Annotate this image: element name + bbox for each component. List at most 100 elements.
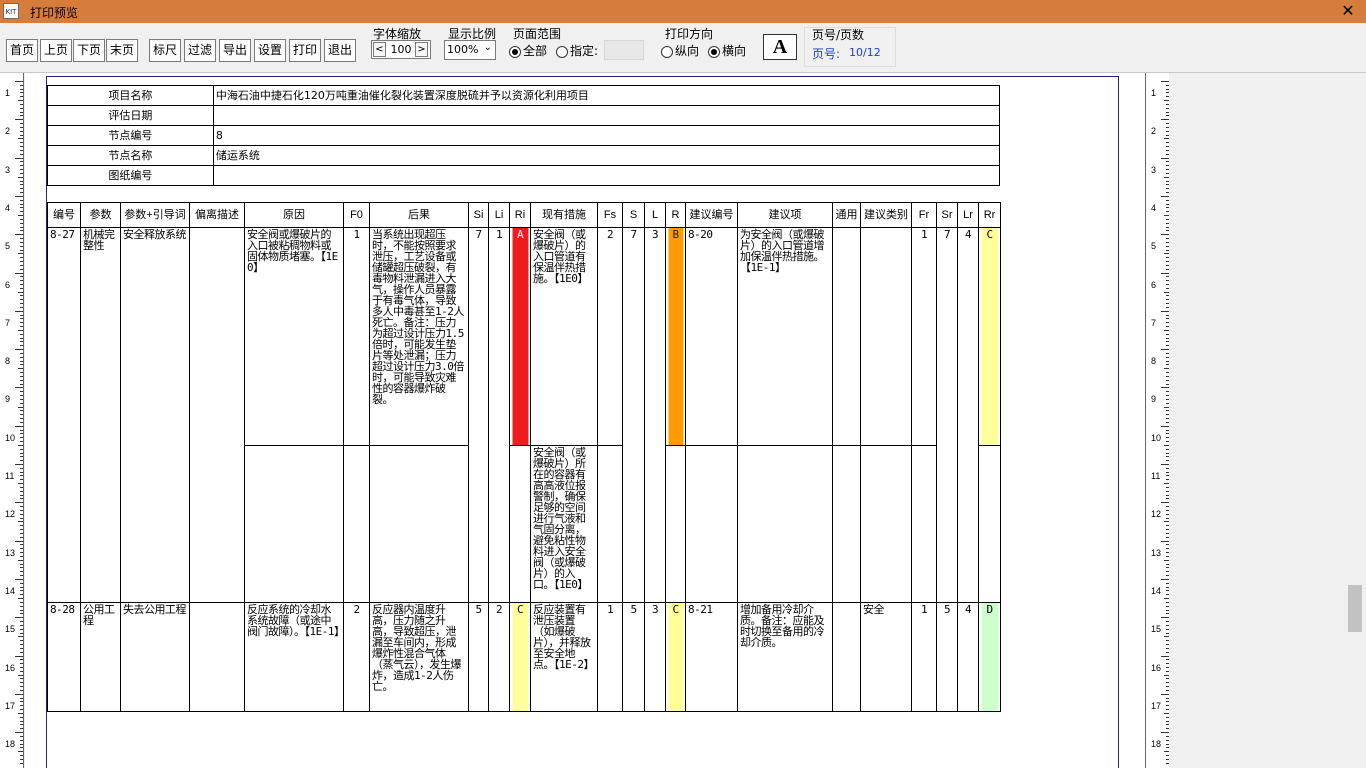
ruler-tick (1166, 552, 1169, 554)
column-header: Li (488, 202, 510, 228)
ruler-number: 9 (1151, 394, 1157, 405)
ruler-tick (20, 517, 23, 519)
ruler-tick (1161, 234, 1169, 236)
row-si: 7 (468, 227, 489, 603)
ruler-tick (1166, 548, 1169, 550)
row-suggestion: 增加备用冷却介质。备注：应能及时切换至备用的冷却介质。 (737, 602, 833, 712)
ruler-tick (20, 165, 23, 167)
ruler-tick (20, 762, 23, 764)
ruler-number: 7 (5, 317, 11, 328)
row-si: 5 (468, 602, 489, 712)
ruler-tick (1166, 414, 1169, 416)
ruler-tick (1166, 724, 1169, 726)
radio-unchecked-icon (556, 45, 568, 58)
close-button[interactable]: ✕ (1330, 0, 1366, 23)
portrait-radio[interactable]: 纵向 (661, 42, 699, 59)
landscape-radio[interactable]: 横向 (708, 42, 746, 59)
ruler-tick (1166, 498, 1169, 500)
page-range-specify-radio[interactable]: 指定: (556, 42, 598, 59)
page-info-label: 页号/页数 (812, 28, 865, 42)
ruler-tick (1166, 716, 1169, 718)
column-header: 后果 (369, 202, 469, 228)
row-r-empty (665, 445, 686, 603)
ruler-tick (1161, 540, 1169, 542)
vertical-scrollbar-thumb[interactable] (1348, 585, 1362, 632)
ruler-tick (1166, 475, 1169, 477)
ruler-tick (20, 192, 23, 194)
ruler-tick (20, 448, 23, 450)
ruler-tick (1164, 598, 1169, 600)
ruler-tick (1166, 647, 1169, 649)
ruler-number: 9 (5, 394, 11, 405)
row-suggestion-empty (737, 445, 833, 603)
ruler-tick (20, 306, 23, 308)
ruler-tick (1166, 142, 1169, 144)
ruler-tick (1166, 218, 1169, 220)
ruler-tick (1166, 333, 1169, 335)
filter-button[interactable]: 过滤 (184, 39, 216, 62)
column-header: 现有措施 (530, 202, 598, 228)
page-range-input[interactable] (604, 40, 644, 60)
ruler-tick (1161, 157, 1169, 159)
last-page-button[interactable]: 末页 (106, 39, 138, 62)
ruler-tick (20, 701, 23, 703)
ruler-tick (1166, 111, 1169, 113)
page-range-all-radio[interactable]: 全部 (509, 42, 547, 59)
settings-button[interactable]: 设置 (254, 39, 286, 62)
ruler-button[interactable]: 标尺 (149, 39, 181, 62)
row-measure: 安全阀（或爆破片）的入口管道有保温伴热措施。【1E0】 (530, 227, 598, 446)
ruler-tick (1166, 245, 1169, 247)
ruler-tick (1166, 609, 1169, 611)
ruler-tick (20, 153, 23, 155)
ruler-number: 11 (5, 471, 15, 481)
ruler-tick (1166, 613, 1169, 615)
ruler-tick (20, 479, 23, 481)
first-page-button[interactable]: 首页 (6, 39, 38, 62)
ruler-tick (20, 686, 23, 688)
ruler-tick (20, 475, 23, 477)
row-li: 2 (488, 602, 510, 712)
ruler-tick (1166, 594, 1169, 596)
ruler-number: 18 (5, 739, 16, 750)
display-ratio-select[interactable]: 100% ⌄ (444, 40, 496, 60)
ruler-tick (20, 379, 23, 381)
font-settings-button[interactable]: A (763, 34, 797, 60)
row-ri-badge: A (509, 227, 531, 446)
export-button[interactable]: 导出 (219, 39, 251, 62)
ruler-tick (1166, 126, 1169, 128)
ruler-tick (1166, 670, 1169, 672)
zoom-value-input[interactable]: 100 (389, 42, 413, 57)
ruler-tick (20, 276, 23, 278)
next-page-button[interactable]: 下页 (73, 39, 105, 62)
exit-button[interactable]: 退出 (324, 39, 356, 62)
info-label: 节点编号 (47, 125, 214, 146)
page-range-label: 页面范围 (513, 27, 562, 41)
ruler-tick (1166, 555, 1169, 557)
ruler-tick (1166, 188, 1169, 190)
ruler-number: 4 (5, 202, 11, 213)
ruler-tick (1166, 341, 1169, 343)
radio-label: 指定: (570, 44, 599, 58)
ruler-tick (1166, 203, 1169, 205)
ruler-tick (1166, 441, 1169, 443)
print-button[interactable]: 打印 (289, 39, 321, 62)
ruler-tick (20, 590, 23, 592)
prev-page-button[interactable]: 上页 (40, 39, 72, 62)
zoom-decrease-button[interactable]: < (373, 42, 386, 57)
ruler-tick (20, 283, 23, 285)
ruler-tick (20, 552, 23, 554)
row-suggestion-id: 8-21 (685, 602, 738, 712)
ruler-tick (20, 264, 23, 266)
ruler-tick (20, 724, 23, 726)
ruler-number: 17 (5, 700, 16, 711)
radio-unchecked-icon (661, 45, 673, 58)
ruler-tick (1166, 84, 1169, 86)
ruler-tick (20, 609, 23, 611)
ruler-tick (20, 395, 23, 397)
zoom-increase-button[interactable]: > (415, 42, 428, 57)
ruler-tick (20, 586, 23, 588)
ruler-number: 14 (1151, 585, 1162, 596)
info-value: 8 (212, 125, 1001, 146)
ruler-tick (1166, 398, 1169, 400)
ruler-tick (1166, 471, 1169, 473)
